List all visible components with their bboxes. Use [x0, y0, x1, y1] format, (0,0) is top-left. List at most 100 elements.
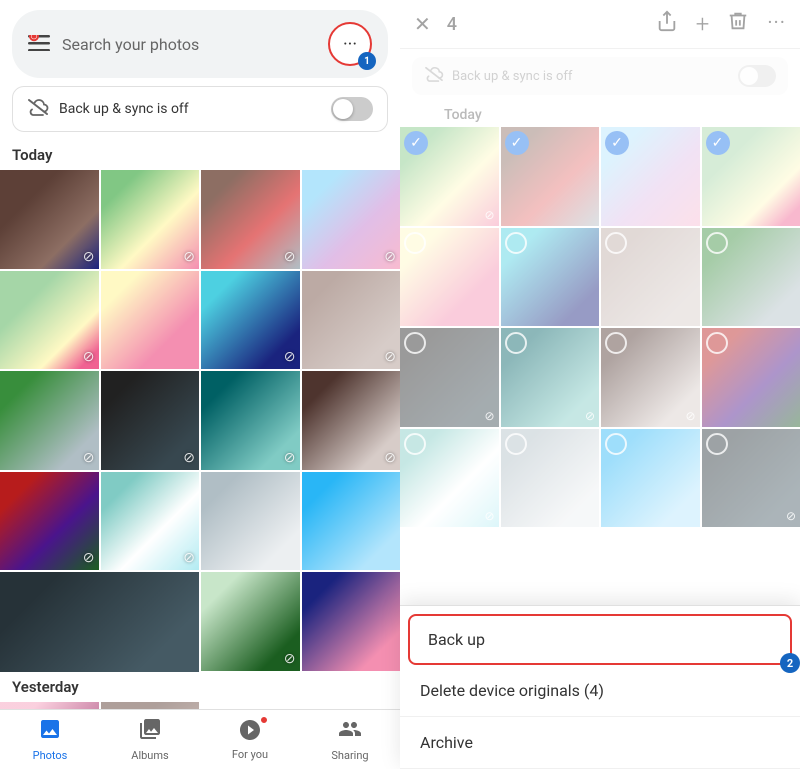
sync-off-icon: ⊘	[183, 249, 195, 265]
select-check: ✓	[706, 131, 730, 155]
for-you-nav-icon	[238, 723, 262, 748]
select-circle	[404, 332, 426, 354]
backup-menu-item[interactable]: Back up 2	[408, 614, 792, 665]
photo-cell[interactable]: ⊘	[201, 271, 300, 370]
photo-cell[interactable]: ⊘	[302, 371, 401, 470]
sync-off-icon: ⊘	[484, 509, 494, 523]
right-photo-cell[interactable]	[400, 228, 499, 327]
right-photo-cell[interactable]: ⊘	[400, 328, 499, 427]
right-backup-toggle[interactable]	[738, 65, 776, 87]
right-photo-cell[interactable]: ⊘	[501, 328, 600, 427]
photo-cell[interactable]: ⊘	[101, 472, 200, 571]
right-photo-cell[interactable]: ✓ ⊘	[400, 127, 499, 226]
right-photo-grid: ✓ ⊘ ✓ ✓ ✓ ⊘ ⊘	[400, 127, 800, 529]
sync-off-icon: ⊘	[183, 450, 195, 466]
sync-off-icon: ⊘	[83, 349, 95, 365]
photo-cell[interactable]: ⊘	[0, 371, 99, 470]
right-photo-cell[interactable]	[702, 228, 800, 327]
albums-nav-icon	[138, 717, 162, 747]
delete-originals-label: Delete device originals (4)	[420, 681, 604, 700]
photo-cell[interactable]	[101, 702, 200, 710]
right-photo-cell[interactable]	[601, 228, 700, 327]
nav-photos[interactable]: Photos	[0, 710, 100, 769]
sync-off-icon: ⊘	[284, 349, 296, 365]
photo-cell[interactable]	[302, 572, 401, 671]
photo-cell[interactable]	[201, 472, 300, 571]
sync-off-icon: ⊘	[484, 409, 494, 423]
select-circle	[404, 232, 426, 254]
right-cloud-off-icon	[424, 66, 444, 87]
delete-originals-menu-item[interactable]: Delete device originals (4)	[400, 665, 800, 717]
photo-cell[interactable]	[302, 472, 401, 571]
photo-cell[interactable]: ⊘	[0, 271, 99, 370]
cloud-off-icon	[27, 97, 49, 121]
photos-nav-icon	[38, 717, 62, 747]
close-button[interactable]: ✕	[414, 12, 431, 36]
photo-cell[interactable]	[0, 572, 199, 672]
select-circle	[706, 433, 728, 455]
photo-grid-yesterday	[0, 702, 400, 710]
sync-off-icon: ⊘	[83, 450, 95, 466]
backup-sync-toggle[interactable]	[331, 97, 373, 121]
search-input-label[interactable]: Search your photos	[62, 35, 328, 54]
select-circle	[706, 332, 728, 354]
archive-menu-item[interactable]: Archive	[400, 717, 800, 769]
yesterday-label: Yesterday	[0, 674, 400, 702]
nav-albums[interactable]: Albums	[100, 710, 200, 769]
right-backup-label: Back up & sync is off	[452, 69, 738, 84]
right-photo-cell[interactable]	[501, 429, 600, 528]
photo-scroll-area[interactable]: Today ⊘ ⊘ ⊘ ⊘ ⊘ ⊘ ⊘ ⊘ ⊘ ⊘ ⊘ ⊘ ⊘ ⊘ Yester…	[0, 142, 400, 709]
backup-sync-bar: Back up & sync is off	[12, 86, 388, 132]
select-circle	[404, 433, 426, 455]
photo-cell[interactable]: ⊘	[101, 371, 200, 470]
select-circle	[505, 433, 527, 455]
right-photo-cell[interactable]	[501, 228, 600, 327]
right-photo-cell[interactable]: ✓	[601, 127, 700, 226]
select-circle	[605, 433, 627, 455]
more-icon[interactable]: ···	[767, 10, 786, 38]
select-check: ✓	[605, 131, 629, 155]
photo-cell[interactable]	[0, 702, 99, 710]
sync-off-icon: ⊘	[284, 651, 296, 667]
bottom-navigation: Photos Albums For you	[0, 709, 400, 769]
photo-grid-today: ⊘ ⊘ ⊘ ⊘ ⊘ ⊘ ⊘ ⊘ ⊘ ⊘ ⊘ ⊘ ⊘ ⊘	[0, 170, 400, 674]
more-options-button[interactable]: ··· 1	[328, 22, 372, 66]
photo-cell[interactable]: ⊘	[201, 572, 300, 671]
dropdown-menu: Back up 2 Delete device originals (4) Ar…	[400, 605, 800, 769]
right-photo-cell[interactable]: ⊘	[702, 429, 800, 528]
backup-sync-label: Back up & sync is off	[59, 101, 331, 117]
right-photo-cell[interactable]	[702, 328, 800, 427]
sync-off-icon: ⊘	[183, 550, 195, 566]
photo-cell[interactable]: ⊘	[302, 271, 401, 370]
photo-cell[interactable]: ⊘	[201, 170, 300, 269]
right-header: ✕ 4 + ···	[400, 0, 800, 49]
search-bar: Search your photos ··· 1	[12, 10, 388, 78]
right-backup-bar: Back up & sync is off	[412, 57, 788, 95]
sync-off-icon: ⊘	[384, 450, 396, 466]
nav-for-you[interactable]: For you	[200, 710, 300, 769]
right-photo-cell[interactable]: ⊘	[400, 429, 499, 528]
add-icon[interactable]: +	[696, 10, 710, 38]
photo-cell[interactable]	[101, 271, 200, 370]
sync-off-icon: ⊘	[284, 249, 296, 265]
right-photo-cell[interactable]: ⊘	[601, 328, 700, 427]
select-check: ✓	[404, 131, 428, 155]
share-icon[interactable]	[656, 10, 678, 38]
right-photo-cell[interactable]: ✓	[702, 127, 800, 226]
nav-sharing[interactable]: Sharing	[300, 710, 400, 769]
photo-cell[interactable]: ⊘	[101, 170, 200, 269]
photo-cell[interactable]: ⊘	[0, 170, 99, 269]
right-photo-cell[interactable]: ✓	[501, 127, 600, 226]
left-panel: Search your photos ··· 1 Back up & sync …	[0, 0, 400, 769]
sync-off-icon: ⊘	[83, 550, 95, 566]
sharing-nav-icon	[338, 717, 362, 747]
right-photo-cell[interactable]	[601, 429, 700, 528]
select-circle	[605, 332, 627, 354]
sync-off-icon: ⊘	[685, 409, 695, 423]
sync-off-icon: ⊘	[284, 450, 296, 466]
delete-icon[interactable]	[727, 10, 749, 38]
photo-cell[interactable]: ⊘	[201, 371, 300, 470]
photo-cell[interactable]: ⊘	[0, 472, 99, 571]
select-circle	[505, 332, 527, 354]
photo-cell[interactable]: ⊘	[302, 170, 401, 269]
